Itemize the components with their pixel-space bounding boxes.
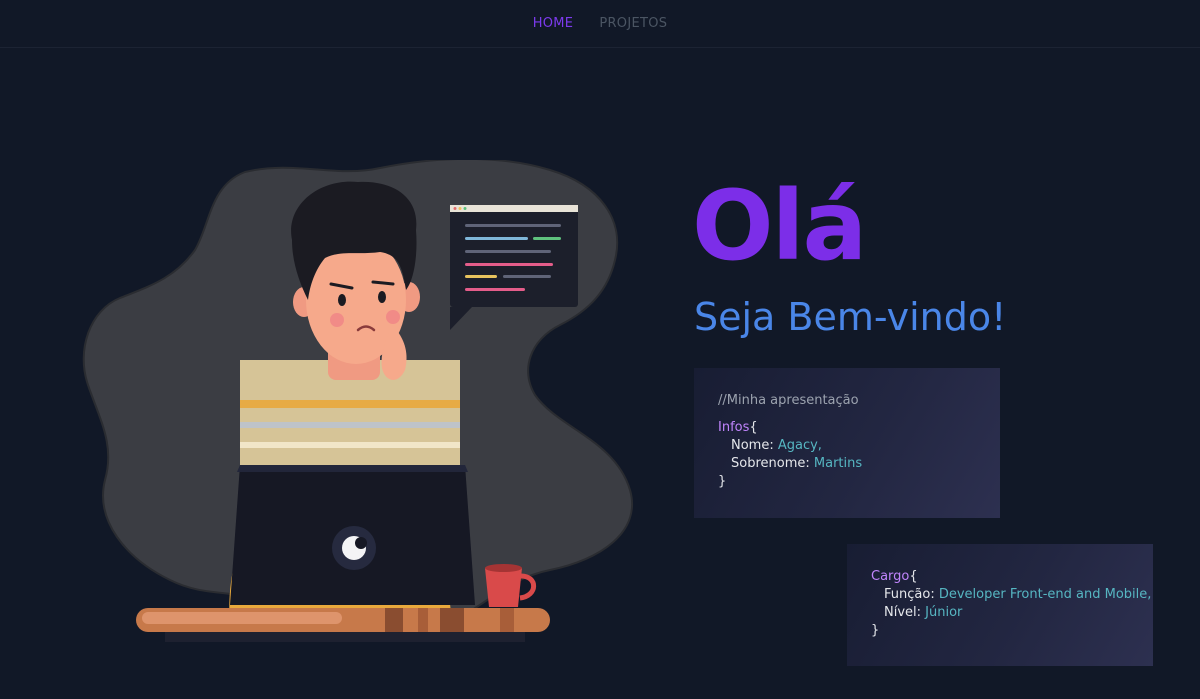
level-key: Nível: xyxy=(884,605,926,620)
name-key: Nome: xyxy=(731,438,778,453)
surname-value: Martins xyxy=(813,456,863,471)
code-card-job: Cargo{ Função: Developer Front-end and M… xyxy=(847,544,1153,666)
level-line: Nível: Júnior xyxy=(871,604,1153,622)
open-brace: { xyxy=(909,569,918,584)
open-brace: { xyxy=(749,420,758,435)
level-value: Júnior xyxy=(925,605,963,620)
object-name: Infos xyxy=(718,420,750,435)
surname-key: Sobrenome: xyxy=(731,456,814,471)
code-card-intro: //Minha apresentação Infos{ Nome: Agacy,… xyxy=(694,368,1000,518)
role-key: Função: xyxy=(884,587,939,602)
hero-greeting: Olá xyxy=(692,170,867,282)
name-value: Agacy, xyxy=(777,438,822,453)
surname-line: Sobrenome: Martins xyxy=(718,455,1000,473)
role-line: Função: Developer Front-end and Mobile, xyxy=(871,586,1153,604)
developer-illustration xyxy=(82,160,633,642)
code-object-header: Cargo{ xyxy=(871,568,1153,586)
close-brace: } xyxy=(718,474,727,489)
name-line: Nome: Agacy, xyxy=(718,437,1000,455)
role-value: Developer Front-end and Mobile, xyxy=(938,587,1152,602)
nav-projects-link[interactable]: PROJETOS xyxy=(599,16,667,31)
hero-welcome-text: Seja Bem-vindo! xyxy=(694,295,1007,339)
code-object-header: Infos{ xyxy=(718,419,1000,437)
close-brace: } xyxy=(871,623,880,638)
object-name: Cargo xyxy=(871,569,910,584)
laptop-illustration xyxy=(230,465,475,605)
top-navigation: HOME PROJETOS xyxy=(0,0,1200,48)
code-comment: //Minha apresentação xyxy=(718,393,859,408)
nav-home-link[interactable]: HOME xyxy=(533,16,574,31)
